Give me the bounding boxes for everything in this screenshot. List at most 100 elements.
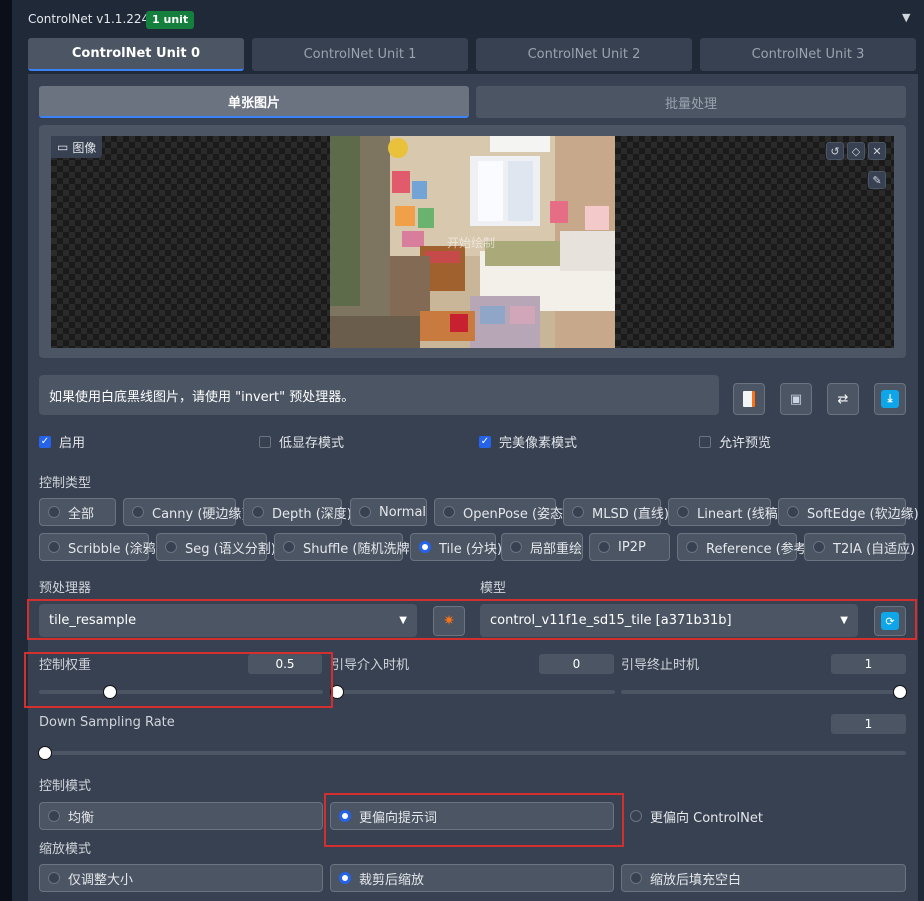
image-label-text: 图像 bbox=[72, 140, 97, 155]
new-canvas-button[interactable] bbox=[733, 383, 765, 415]
tab-single-image[interactable]: 单张图片 bbox=[39, 86, 469, 118]
checkbox-box bbox=[699, 435, 711, 448]
radio-label: 局部重绘 bbox=[530, 541, 583, 557]
control-type-seg[interactable]: Seg (语义分割) bbox=[156, 533, 276, 561]
left-gutter bbox=[0, 0, 12, 901]
controlnet-root: ControlNet v1.1.224 1 unit ▼ ControlNet … bbox=[0, 0, 924, 901]
radio-label: Seg (语义分割) bbox=[185, 541, 276, 557]
document-icon bbox=[743, 391, 755, 407]
undo-icon[interactable]: ↺ bbox=[826, 142, 844, 160]
radio-dot bbox=[677, 506, 689, 518]
unit-count-badge: 1 unit bbox=[146, 11, 195, 29]
brush-icon[interactable]: ✎ bbox=[868, 171, 886, 189]
close-icon[interactable]: ✕ bbox=[868, 142, 886, 160]
allow-preview-checkbox[interactable]: 允许预览 bbox=[699, 432, 771, 451]
radio-label: 裁剪后缩放 bbox=[359, 872, 425, 888]
highlight-box-control-mode bbox=[324, 793, 624, 847]
down-sampling-slider-knob[interactable] bbox=[38, 746, 52, 760]
control-type-reference[interactable]: Reference (参考) bbox=[677, 533, 812, 561]
low-vram-label: 低显存模式 bbox=[279, 436, 345, 451]
image-label: ▭ 图像 bbox=[51, 136, 103, 158]
control-type-openpose[interactable]: OpenPose (姿态) bbox=[434, 498, 568, 526]
guidance-start-slider-track[interactable] bbox=[331, 690, 615, 694]
collapse-caret-icon[interactable]: ▼ bbox=[902, 11, 910, 24]
control-type-inpaint[interactable]: 局部重绘 bbox=[501, 533, 583, 561]
radio-label: 更偏向 ControlNet bbox=[650, 810, 763, 826]
control-mode-balanced[interactable]: 均衡 bbox=[39, 802, 323, 830]
enable-checkbox[interactable]: ✓ 启用 bbox=[39, 432, 85, 451]
tab-batch[interactable]: 批量处理 bbox=[476, 86, 906, 118]
control-type-softedge[interactable]: SoftEdge (软边缘) bbox=[778, 498, 919, 526]
camera-icon: ▣ bbox=[789, 391, 803, 407]
control-type-normal[interactable]: Normal bbox=[350, 498, 427, 526]
webcam-button[interactable]: ▣ bbox=[780, 383, 812, 415]
radio-label: Depth (深度) bbox=[272, 506, 352, 522]
radio-label: MLSD (直线) bbox=[592, 506, 669, 522]
radio-dot-selected bbox=[339, 872, 351, 884]
tab-unit-2[interactable]: ControlNet Unit 2 bbox=[476, 38, 692, 71]
guidance-end-slider-track[interactable] bbox=[621, 690, 906, 694]
radio-dot bbox=[48, 506, 60, 518]
check-icon: ✓ bbox=[479, 435, 491, 448]
swap-icon: ⇄ bbox=[837, 391, 849, 407]
resize-mode-title: 缩放模式 bbox=[39, 842, 92, 857]
pixel-perfect-label: 完美像素模式 bbox=[499, 436, 578, 451]
guidance-end-label: 引导终止时机 bbox=[621, 658, 700, 673]
radio-label: Tile (分块) bbox=[439, 541, 503, 557]
control-type-shuffle[interactable]: Shuffle (随机洗牌) bbox=[274, 533, 415, 561]
radio-label: Lineart (线稿) bbox=[697, 506, 783, 522]
guidance-end-input[interactable]: 1 bbox=[831, 654, 906, 674]
image-icon: ▭ bbox=[57, 140, 69, 154]
tab-unit-3[interactable]: ControlNet Unit 3 bbox=[700, 38, 916, 71]
radio-dot bbox=[572, 506, 584, 518]
guidance-end-slider-knob[interactable] bbox=[893, 685, 907, 699]
guidance-start-input[interactable]: 0 bbox=[539, 654, 614, 674]
radio-dot bbox=[443, 506, 455, 518]
tab-unit-0[interactable]: ControlNet Unit 0 bbox=[28, 38, 244, 71]
radio-dot bbox=[48, 872, 60, 884]
enable-label: 启用 bbox=[59, 436, 86, 451]
control-type-canny[interactable]: Canny (硬边缘) bbox=[123, 498, 247, 526]
radio-label: T2IA (自适应) bbox=[833, 541, 916, 557]
radio-dot bbox=[813, 541, 825, 553]
control-type-lineart[interactable]: Lineart (线稿) bbox=[668, 498, 783, 526]
tab-unit-1[interactable]: ControlNet Unit 1 bbox=[252, 38, 468, 71]
radio-label: SoftEdge (软边缘) bbox=[807, 506, 919, 522]
radio-dot bbox=[630, 810, 642, 822]
control-type-tile[interactable]: Tile (分块) bbox=[410, 533, 502, 561]
send-dimensions-button[interactable]: ⤓ bbox=[874, 383, 906, 415]
radio-dot bbox=[510, 541, 522, 553]
control-type-depth[interactable]: Depth (深度) bbox=[243, 498, 352, 526]
eraser-icon[interactable]: ◇ bbox=[847, 142, 865, 160]
accordion-title[interactable]: ControlNet v1.1.224 bbox=[28, 12, 149, 26]
control-type-scribble[interactable]: Scribble (涂鸦) bbox=[39, 533, 161, 561]
highlight-box-models bbox=[27, 599, 917, 640]
swap-button[interactable]: ⇄ bbox=[827, 383, 859, 415]
radio-dot bbox=[165, 541, 177, 553]
low-vram-checkbox[interactable]: 低显存模式 bbox=[259, 432, 344, 451]
control-mode-title: 控制模式 bbox=[39, 779, 92, 794]
highlight-box-weight bbox=[24, 652, 333, 708]
radio-label: 缩放后填充空白 bbox=[650, 872, 742, 888]
radio-label: 均衡 bbox=[68, 810, 95, 826]
radio-label: Reference (参考) bbox=[706, 541, 812, 557]
preprocessor-label: 预处理器 bbox=[39, 581, 92, 596]
resize-mode-crop[interactable]: 裁剪后缩放 bbox=[330, 864, 614, 892]
control-type-t2ia[interactable]: T2IA (自适应) bbox=[804, 533, 915, 561]
radio-label: Shuffle (随机洗牌) bbox=[303, 541, 415, 557]
radio-dot bbox=[598, 541, 610, 553]
arrow-icon: ⤓ bbox=[881, 390, 899, 408]
pixel-perfect-checkbox[interactable]: ✓ 完美像素模式 bbox=[479, 432, 577, 451]
radio-dot bbox=[48, 541, 60, 553]
control-type-ip2p[interactable]: IP2P bbox=[589, 533, 670, 561]
down-sampling-slider-track[interactable] bbox=[39, 751, 906, 755]
resize-mode-just-resize[interactable]: 仅调整大小 bbox=[39, 864, 323, 892]
control-type-all[interactable]: 全部 bbox=[39, 498, 116, 526]
radio-dot bbox=[787, 506, 799, 518]
control-type-mlsd[interactable]: MLSD (直线) bbox=[563, 498, 669, 526]
control-mode-controlnet[interactable]: 更偏向 ControlNet bbox=[621, 802, 906, 830]
down-sampling-input[interactable]: 1 bbox=[831, 714, 906, 734]
invert-hint: 如果使用白底黑线图片，请使用 "invert" 预处理器。 bbox=[39, 375, 719, 415]
checkbox-box bbox=[259, 435, 271, 448]
resize-mode-fill[interactable]: 缩放后填充空白 bbox=[621, 864, 906, 892]
